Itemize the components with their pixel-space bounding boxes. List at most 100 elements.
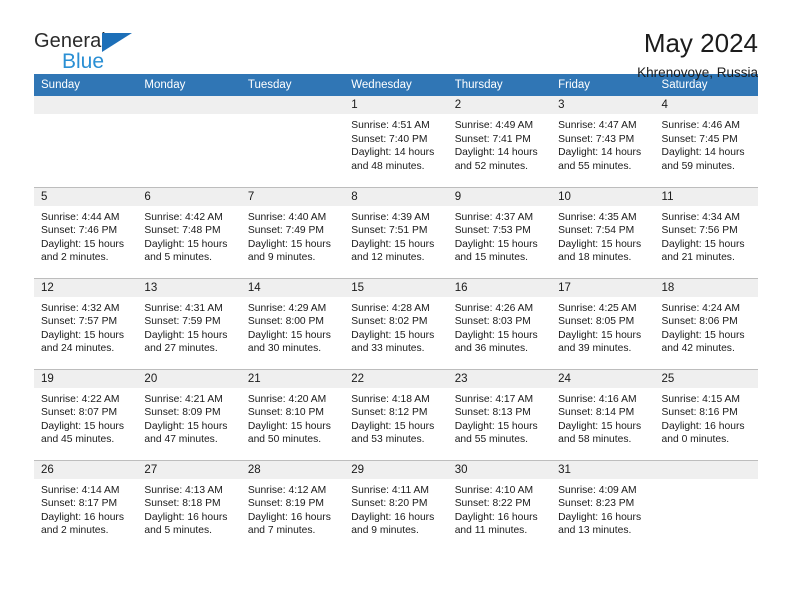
day-number: 26	[34, 460, 138, 479]
calendar-day-cell[interactable]: 4 Sunrise: 4:46 AM Sunset: 7:45 PM Daylight…	[654, 96, 758, 187]
day-details: Sunrise: 4:51 AM Sunset: 7:40 PM Daylight:…	[344, 114, 447, 173]
daylight-duration-line2: and 59 minutes.	[661, 160, 735, 172]
calendar-day-cell[interactable]: 30 Sunrise: 4:10 AM Sunset: 8:22 PM Dayligh…	[447, 459, 552, 551]
calendar-day-cell[interactable]: 16 Sunrise: 4:26 AM Sunset: 8:03 PM Dayligh…	[447, 277, 552, 369]
calendar-day-cell[interactable]: 20 Sunrise: 4:21 AM Sunset: 8:09 PM Dayligh…	[137, 368, 241, 460]
calendar-day-cell[interactable]: 8 Sunrise: 4:39 AM Sunset: 7:51 PM Daylight…	[344, 186, 448, 278]
calendar-day-cell[interactable]: 29 Sunrise: 4:11 AM Sunset: 8:20 PM Dayligh…	[344, 459, 448, 551]
calendar-day-cell[interactable]: 7 Sunrise: 4:40 AM Sunset: 7:49 PM Daylight…	[240, 186, 345, 278]
day-details: Sunrise: 4:40 AM Sunset: 7:49 PM Daylight:…	[241, 206, 344, 265]
sunset-time: Sunset: 8:02 PM	[351, 316, 428, 328]
calendar-day-cell[interactable]: 24 Sunrise: 4:16 AM Sunset: 8:14 PM Dayligh…	[551, 368, 655, 460]
daylight-duration-line2: and 55 minutes.	[558, 160, 632, 172]
sunset-time: Sunset: 8:12 PM	[351, 407, 428, 419]
day-details: Sunrise: 4:39 AM Sunset: 7:51 PM Daylight:…	[344, 206, 447, 265]
day-details: Sunrise: 4:24 AM Sunset: 8:06 PM Daylight:…	[655, 297, 758, 356]
daylight-duration-line1: Daylight: 16 hours	[351, 511, 435, 523]
daylight-duration-line2: and 27 minutes.	[144, 343, 218, 355]
calendar-week-row: 19 Sunrise: 4:22 AM Sunset: 8:07 PM Dayligh…	[34, 368, 758, 460]
sunrise-time: Sunrise: 4:13 AM	[144, 484, 223, 496]
general-blue-logo[interactable]: General Blue	[34, 28, 154, 78]
sunset-time: Sunset: 8:10 PM	[247, 407, 324, 419]
sunset-time: Sunset: 8:07 PM	[41, 407, 118, 419]
calendar-day-cell[interactable]: 9 Sunrise: 4:37 AM Sunset: 7:53 PM Daylight…	[447, 186, 552, 278]
sunrise-time: Sunrise: 4:51 AM	[351, 120, 430, 131]
calendar-day-cell[interactable]: 12 Sunrise: 4:32 AM Sunset: 7:57 PM Dayligh…	[34, 277, 138, 369]
calendar-day-cell[interactable]: 22 Sunrise: 4:18 AM Sunset: 8:12 PM Dayligh…	[344, 368, 448, 460]
calendar-day-cell[interactable]: 25 Sunrise: 4:15 AM Sunset: 8:16 PM Dayligh…	[654, 368, 758, 460]
day-details: Sunrise: 4:17 AM Sunset: 8:13 PM Daylight:…	[448, 388, 551, 447]
sunset-time: Sunset: 7:40 PM	[351, 133, 428, 145]
daylight-duration-line2: and 2 minutes.	[41, 525, 109, 537]
calendar-day-cell[interactable]: 23 Sunrise: 4:17 AM Sunset: 8:13 PM Dayligh…	[447, 368, 552, 460]
calendar-day-cell[interactable]: 3 Sunrise: 4:47 AM Sunset: 7:43 PM Daylight…	[551, 96, 655, 187]
calendar-day-cell[interactable]: 21 Sunrise: 4:20 AM Sunset: 8:10 PM Dayligh…	[240, 368, 345, 460]
day-number: 3	[551, 96, 655, 114]
calendar-day-cell[interactable]: 28 Sunrise: 4:12 AM Sunset: 8:19 PM Dayligh…	[240, 459, 345, 551]
day-details: Sunrise: 4:22 AM Sunset: 8:07 PM Daylight:…	[34, 388, 137, 447]
daylight-duration-line1: Daylight: 15 hours	[247, 238, 331, 250]
day-details: Sunrise: 4:12 AM Sunset: 8:19 PM Daylight:…	[241, 479, 344, 538]
daylight-duration-line2: and 58 minutes.	[558, 434, 632, 446]
calendar-day-cell[interactable]: 5 Sunrise: 4:44 AM Sunset: 7:46 PM Daylight…	[34, 186, 138, 278]
calendar-day-cell[interactable]: 11 Sunrise: 4:34 AM Sunset: 7:56 PM Dayligh…	[654, 186, 758, 278]
sunset-time: Sunset: 8:09 PM	[144, 407, 221, 419]
daylight-duration-line1: Daylight: 15 hours	[247, 420, 331, 432]
daylight-duration-line1: Daylight: 15 hours	[454, 238, 538, 250]
sunrise-time: Sunrise: 4:39 AM	[351, 211, 430, 223]
daylight-duration-line2: and 53 minutes.	[351, 434, 425, 446]
day-details: Sunrise: 4:49 AM Sunset: 7:41 PM Daylight:…	[448, 114, 551, 173]
day-number: 12	[34, 278, 138, 297]
day-details: Sunrise: 4:32 AM Sunset: 7:57 PM Daylight:…	[34, 297, 137, 356]
daylight-duration-line1: Daylight: 15 hours	[351, 238, 435, 250]
day-number: 30	[447, 460, 552, 479]
daylight-duration-line1: Daylight: 15 hours	[41, 238, 124, 250]
calendar-day-cell[interactable]: 1 Sunrise: 4:51 AM Sunset: 7:40 PM Daylight…	[344, 96, 448, 187]
day-number: 10	[551, 187, 655, 206]
day-details: Sunrise: 4:21 AM Sunset: 8:09 PM Daylight:…	[137, 388, 240, 447]
calendar-day-cell[interactable]: 18 Sunrise: 4:24 AM Sunset: 8:06 PM Dayligh…	[654, 277, 758, 369]
sunset-time: Sunset: 7:46 PM	[41, 225, 118, 237]
sunrise-time: Sunrise: 4:35 AM	[558, 211, 637, 223]
sunset-time: Sunset: 8:19 PM	[247, 498, 324, 510]
calendar-day-cell[interactable]: 26 Sunrise: 4:14 AM Sunset: 8:17 PM Dayligh…	[34, 459, 138, 551]
day-details: Sunrise: 4:18 AM Sunset: 8:12 PM Daylight:…	[344, 388, 447, 447]
calendar-day-cell[interactable]: 27 Sunrise: 4:13 AM Sunset: 8:18 PM Dayligh…	[137, 459, 241, 551]
daylight-duration-line2: and 18 minutes.	[558, 252, 632, 264]
calendar-day-cell[interactable]: 14 Sunrise: 4:29 AM Sunset: 8:00 PM Dayligh…	[240, 277, 345, 369]
sunrise-time: Sunrise: 4:49 AM	[454, 120, 534, 131]
day-number: 21	[240, 369, 345, 388]
day-details: Sunrise: 4:16 AM Sunset: 8:14 PM Daylight:…	[551, 388, 654, 447]
sunrise-time: Sunrise: 4:16 AM	[558, 393, 637, 405]
calendar-day-cell[interactable]: 2 Sunrise: 4:49 AM Sunset: 7:41 PM Daylight…	[447, 96, 552, 187]
sunset-time: Sunset: 7:59 PM	[144, 316, 221, 328]
day-number: 13	[137, 278, 241, 297]
calendar-day-cell[interactable]: 6 Sunrise: 4:42 AM Sunset: 7:48 PM Daylight…	[137, 186, 241, 278]
day-number: 7	[240, 187, 345, 206]
sunset-time: Sunset: 7:43 PM	[558, 133, 635, 145]
page-title: May 2024	[643, 28, 758, 58]
sunset-time: Sunset: 8:22 PM	[454, 498, 531, 510]
sunrise-time: Sunrise: 4:42 AM	[144, 211, 223, 223]
day-number: 8	[344, 187, 448, 206]
day-number: 15	[344, 278, 448, 297]
daylight-duration-line2: and 47 minutes.	[144, 434, 218, 446]
sunset-time: Sunset: 8:05 PM	[558, 316, 635, 328]
sunset-time: Sunset: 7:53 PM	[454, 225, 531, 237]
day-number: 11	[654, 187, 758, 206]
calendar-day-cell[interactable]: 31 Sunrise: 4:09 AM Sunset: 8:23 PM Dayligh…	[551, 459, 655, 551]
day-number: 9	[447, 187, 552, 206]
calendar-day-cell[interactable]: 15 Sunrise: 4:28 AM Sunset: 8:02 PM Dayligh…	[344, 277, 448, 369]
calendar-day-cell[interactable]: 10 Sunrise: 4:35 AM Sunset: 7:54 PM Dayligh…	[551, 186, 655, 278]
sunrise-time: Sunrise: 4:09 AM	[558, 484, 637, 496]
calendar-day-cell[interactable]: 13 Sunrise: 4:31 AM Sunset: 7:59 PM Dayligh…	[137, 277, 241, 369]
daylight-duration-line1: Daylight: 15 hours	[144, 420, 228, 432]
calendar-day-cell[interactable]: 17 Sunrise: 4:25 AM Sunset: 8:05 PM Dayligh…	[551, 277, 655, 369]
calendar-day-cell[interactable]: 19 Sunrise: 4:22 AM Sunset: 8:07 PM Dayligh…	[34, 368, 138, 460]
daylight-duration-line2: and 24 minutes.	[41, 343, 115, 355]
day-number	[34, 96, 138, 114]
daylight-duration-line2: and 2 minutes.	[41, 252, 109, 264]
sunrise-time: Sunrise: 4:18 AM	[351, 393, 430, 405]
daylight-duration-line2: and 15 minutes.	[454, 252, 528, 264]
daylight-duration-line2: and 42 minutes.	[661, 343, 735, 355]
